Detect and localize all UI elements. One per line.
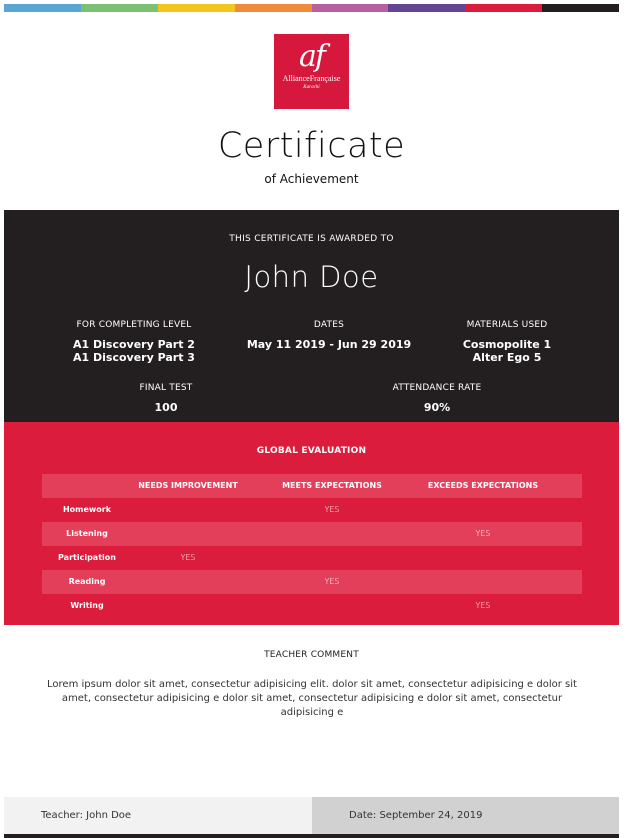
evaluation-mark: YES [475,529,491,538]
level-column: FOR COMPLETING LEVEL A1 Discovery Part 2… [34,320,234,364]
evaluation-row-label: Writing [70,601,104,610]
materials-column: MATERIALS USED Cosmopolite 1 Alter Ego 5 [407,320,607,364]
evaluation-mark: YES [475,601,491,610]
evaluation-section: GLOBAL EVALUATION NEEDS IMPROVEMENT MEET… [4,422,619,625]
color-stripe [311,4,389,12]
evaluation-row-label: Listening [66,529,108,538]
evaluation-row-label: Reading [68,577,106,586]
column-exceeds-expectations: EXCEEDS EXPECTATIONS [427,481,539,490]
evaluation-row: Listening YES [42,522,582,546]
final-test-value: 100 [154,401,178,414]
color-stripes [4,4,619,12]
attendance-label: ATTENDANCE RATE [392,383,482,393]
column-meets-expectations: MEETS EXPECTATIONS [282,481,382,490]
award-section: THIS CERTIFICATE IS AWARDED TO John Doe … [4,210,619,422]
final-test-column: FINAL TEST 100 [66,383,266,414]
logo-mark: af [299,39,326,74]
bottom-bar [4,834,619,838]
alliance-francaise-logo: af AllianceFrançaise Karachi [274,34,349,109]
evaluation-row: Writing YES [42,594,582,618]
level-value: A1 Discovery Part 3 [73,351,195,364]
issue-date: Date: September 24, 2019 [349,810,483,821]
level-value: A1 Discovery Part 2 [73,338,195,351]
materials-values: Cosmopolite 1 Alter Ego 5 [407,338,607,364]
color-stripe [4,4,81,12]
teacher-name: Teacher: John Doe [41,810,132,821]
final-test-label: FINAL TEST [139,383,193,393]
logo-name: AllianceFrançaise [282,74,341,83]
teacher-comment-text: Lorem ipsum dolor sit amet, consectetur … [47,679,577,718]
color-stripe [157,4,235,12]
dates-value: May 11 2019 - Jun 29 2019 [246,338,412,351]
materials-value: Alter Ego 5 [472,351,542,364]
dates-column: DATES May 11 2019 - Jun 29 2019 [229,320,429,351]
dates-values: May 11 2019 - Jun 29 2019 [229,338,429,351]
evaluation-row-label: Participation [58,553,116,562]
level-label: FOR COMPLETING LEVEL [76,320,192,330]
evaluation-row: Reading YES [42,570,582,594]
teacher-footer: Teacher: John Doe [4,797,312,834]
materials-value: Cosmopolite 1 [462,338,552,351]
color-stripe [80,4,158,12]
color-stripe [234,4,312,12]
level-values: A1 Discovery Part 2 A1 Discovery Part 3 [34,338,234,364]
dates-label: DATES [313,320,345,330]
certificate-subtitle: of Achievement [264,172,359,186]
evaluation-row-label: Homework [62,505,112,514]
color-stripe [388,4,466,12]
recipient-name: John Doe [244,260,379,294]
materials-label: MATERIALS USED [466,320,548,330]
evaluation-mark: YES [324,577,340,586]
evaluation-header-row: NEEDS IMPROVEMENT MEETS EXPECTATIONS EXC… [42,474,582,498]
evaluation-mark: YES [324,505,340,514]
certificate-title: Certificate [217,126,406,166]
attendance-column: ATTENDANCE RATE 90% [337,383,537,414]
evaluation-title: GLOBAL EVALUATION [256,446,367,456]
date-footer: Date: September 24, 2019 [312,797,619,834]
evaluation-row: Homework YES [42,498,582,522]
evaluation-row: Participation YES [42,546,582,570]
teacher-comment-label: TEACHER COMMENT [264,650,359,660]
evaluation-mark: YES [180,553,196,562]
color-stripe [465,4,543,12]
evaluation-table: NEEDS IMPROVEMENT MEETS EXPECTATIONS EXC… [42,474,582,618]
attendance-value: 90% [423,401,451,414]
logo-city: Karachi [303,85,320,90]
color-stripe [542,4,619,12]
column-needs-improvement: NEEDS IMPROVEMENT [138,481,238,490]
awarded-to-label: THIS CERTIFICATE IS AWARDED TO [229,234,394,244]
